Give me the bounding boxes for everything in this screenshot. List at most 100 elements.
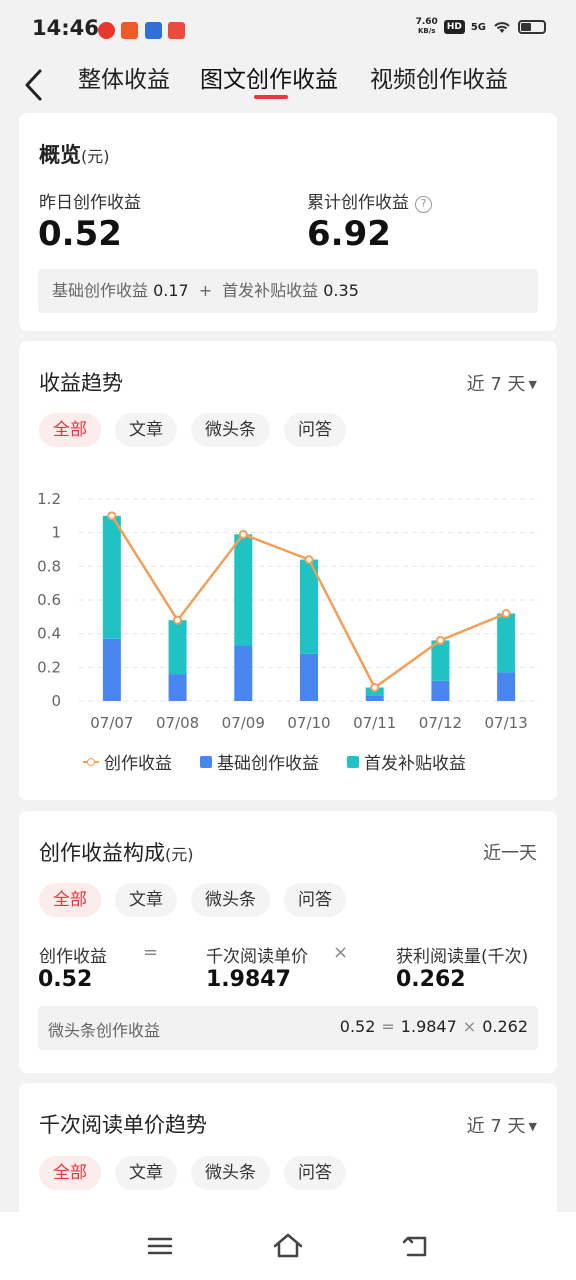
rpm-trend-card: 千次阅读单价趋势 近 7 天 ▼ 全部 文章 微头条 问答	[19, 1083, 557, 1223]
filter-micro[interactable]: 微头条	[191, 883, 270, 917]
filter-qa[interactable]: 问答	[284, 1156, 346, 1190]
income-trend-card: 收益趋势 近 7 天 ▼ 全部 文章 微头条 问答 0 0.2 0.4 0.6 0.8 1 1…	[19, 341, 557, 800]
filter-all[interactable]: 全部	[39, 883, 101, 917]
y-tick-label: 1.2	[37, 490, 61, 508]
battery-icon	[518, 20, 546, 34]
filter-all[interactable]: 全部	[39, 1156, 101, 1190]
y-tick-label: 0.2	[37, 658, 61, 676]
bar-subsidy	[102, 515, 121, 639]
bar-subsidy	[234, 534, 253, 646]
income-point	[435, 635, 445, 645]
menu-icon[interactable]	[143, 1230, 177, 1262]
equals-sign: =	[143, 942, 159, 963]
app-notification-icon	[98, 22, 115, 39]
income-value: 0.52	[38, 967, 93, 992]
tab-article-income[interactable]: 图文创作收益	[200, 60, 338, 94]
trend-filters: 全部 文章 微头条 问答	[39, 413, 346, 447]
total-income-value: 6.92	[307, 214, 391, 254]
bar-base	[234, 645, 253, 701]
composition-range[interactable]: 近一天	[483, 839, 537, 865]
yesterday-income-label: 昨日创作收益	[39, 193, 141, 213]
system-nav-bar	[0, 1212, 576, 1280]
back-icon[interactable]	[399, 1230, 433, 1262]
income-point	[107, 511, 117, 521]
x-tick-label: 07/10	[287, 714, 330, 732]
bar-base	[497, 672, 516, 701]
filter-qa[interactable]: 问答	[284, 883, 346, 917]
rpm-filters: 全部 文章 微头条 问答	[39, 1156, 346, 1190]
composition-card: 创作收益构成(元) 近一天 全部 文章 微头条 问答 创作收益 0.52 = 千…	[19, 811, 557, 1073]
trend-title: 收益趋势	[39, 371, 123, 395]
x-tick-label: 07/07	[90, 714, 133, 732]
total-income-label: 累计创作收益?	[307, 188, 432, 213]
bar-base	[168, 674, 187, 701]
x-tick-label: 07/12	[419, 714, 462, 732]
calc-formula: 0.52 = 1.9847 × 0.262	[339, 1017, 528, 1036]
tab-overall[interactable]: 整体收益	[78, 60, 170, 94]
rpm-value: 1.9847	[206, 967, 291, 992]
income-trend-chart: 0 0.2 0.4 0.6 0.8 1 1.2 07/07 07/08 07/09 07/10 07/…	[37, 490, 539, 732]
income-breakdown: 基础创作收益 0.17 + 首发补贴收益 0.35	[38, 269, 538, 313]
status-time: 14:46	[32, 16, 99, 40]
income-point	[370, 683, 380, 693]
x-tick-label: 07/11	[353, 714, 396, 732]
x-tick-label: 07/13	[485, 714, 528, 732]
wifi-icon	[494, 22, 510, 33]
filter-article[interactable]: 文章	[115, 883, 177, 917]
income-label: 创作收益	[39, 947, 107, 967]
app-notification-icon	[145, 22, 162, 39]
filter-article[interactable]: 文章	[115, 413, 177, 447]
income-point	[173, 615, 183, 625]
income-point	[304, 555, 314, 565]
home-icon[interactable]	[271, 1230, 305, 1262]
bar-base	[431, 680, 450, 701]
calculation-detail: 微头条创作收益 0.52 = 1.9847 × 0.262	[38, 1006, 538, 1050]
bar-base	[102, 638, 121, 701]
rpm-range-dropdown[interactable]: 近 7 天 ▼	[467, 1112, 537, 1138]
filter-all[interactable]: 全部	[39, 413, 101, 447]
y-tick-label: 0.8	[37, 557, 61, 575]
status-bar: 14:46 7.60 KB/s HD 5G	[0, 0, 576, 56]
y-tick-label: 1	[51, 524, 61, 542]
filter-micro[interactable]: 微头条	[191, 1156, 270, 1190]
income-point	[238, 529, 248, 539]
rpm-label: 千次阅读单价	[206, 947, 308, 967]
yesterday-income-value: 0.52	[38, 214, 122, 254]
composition-filters: 全部 文章 微头条 问答	[39, 883, 346, 917]
bar-subsidy	[168, 620, 187, 675]
legend-subsidy: 首发补贴收益	[347, 749, 466, 774]
signal-icon: 5G	[470, 21, 486, 33]
legend-base: 基础创作收益	[200, 749, 319, 774]
reads-value: 0.262	[396, 967, 466, 992]
hd-icon: HD	[443, 20, 465, 34]
filter-micro[interactable]: 微头条	[191, 413, 270, 447]
bar-subsidy	[497, 613, 516, 673]
rpm-trend-title: 千次阅读单价趋势	[39, 1113, 207, 1137]
chart-legend: 创作收益 基础创作收益 首发补贴收益	[83, 749, 466, 774]
y-tick-label: 0.4	[37, 625, 61, 643]
reads-label: 获利阅读量(千次)	[396, 947, 529, 967]
overview-title: 概览(元)	[39, 143, 110, 167]
legend-income: 创作收益	[83, 749, 172, 774]
y-tick-label: 0	[51, 692, 61, 710]
active-tab-indicator	[254, 95, 288, 99]
app-notification-icon	[121, 22, 138, 39]
x-tick-label: 07/09	[222, 714, 265, 732]
y-tick-label: 0.6	[37, 591, 61, 609]
bar-base	[365, 695, 384, 701]
income-point	[501, 608, 511, 618]
calc-label: 微头条创作收益	[48, 1021, 161, 1040]
overview-card: 概览(元) 昨日创作收益 0.52 累计创作收益? 6.92 基础创作收益 0.…	[19, 113, 557, 331]
back-arrow-icon[interactable]	[20, 68, 50, 102]
app-notification-icon	[168, 22, 185, 39]
tab-video-income[interactable]: 视频创作收益	[370, 60, 508, 94]
x-tick-label: 07/08	[156, 714, 199, 732]
filter-article[interactable]: 文章	[115, 1156, 177, 1190]
filter-qa[interactable]: 问答	[284, 413, 346, 447]
composition-title: 创作收益构成(元)	[39, 841, 194, 865]
trend-range-dropdown[interactable]: 近 7 天 ▼	[467, 370, 537, 396]
header: 整体收益 图文创作收益 视频创作收益	[0, 56, 576, 112]
net-speed: 7.60 KB/s	[415, 17, 438, 36]
caret-down-icon: ▼	[528, 378, 537, 391]
help-icon[interactable]: ?	[415, 196, 432, 213]
